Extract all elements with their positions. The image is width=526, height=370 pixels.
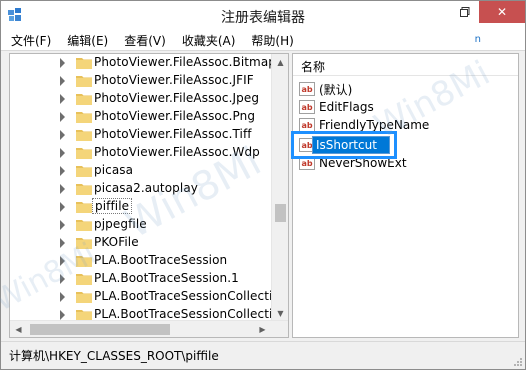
tree-item[interactable]: PLA.BootTraceSession [10, 252, 272, 270]
regedit-window: 注册表编辑器 ✕ 文件(F) 编辑(E) 查看(V) 收藏夹(A) 帮助(H) … [0, 0, 526, 370]
tree-item-label: PLA.BootTraceSessionCollectio [94, 307, 280, 321]
expand-arrow-icon[interactable] [60, 310, 65, 320]
window-title: 注册表编辑器 [221, 10, 305, 26]
string-value-icon: ab [299, 82, 315, 96]
expand-arrow-icon[interactable] [60, 184, 65, 194]
expand-arrow-icon[interactable] [60, 76, 65, 86]
expand-arrow-icon[interactable] [60, 220, 65, 230]
expand-arrow-icon[interactable] [60, 256, 65, 266]
tree-vertical-scrollbar[interactable]: ▲ ▼ [271, 54, 288, 322]
string-value-icon: ab [299, 100, 315, 114]
folder-icon [76, 292, 92, 303]
tree-item-label: PhotoViewer.FileAssoc.Bitmap [94, 55, 277, 69]
folder-icon [76, 58, 92, 69]
window-controls: ✕ [451, 1, 525, 23]
value-item[interactable]: ab (默认) [299, 80, 352, 98]
tree-item[interactable]: PhotoViewer.FileAssoc.Jpeg [10, 90, 272, 108]
tree-item-label: PhotoViewer.FileAssoc.Jpeg [94, 91, 260, 105]
menu-help[interactable]: 帮助(H) [243, 31, 301, 51]
value-name: EditFlags [319, 100, 374, 114]
value-name: (默认) [319, 82, 353, 97]
expand-arrow-icon[interactable] [60, 202, 65, 212]
menu-bar: 文件(F) 编辑(E) 查看(V) 收藏夹(A) 帮助(H) [1, 31, 525, 51]
tree-item-label: PhotoViewer.FileAssoc.Wdp [94, 145, 260, 159]
tree-item-label: PLA.BootTraceSession [94, 253, 228, 267]
scroll-left-icon[interactable]: ◀ [10, 321, 27, 337]
tree-item[interactable]: PhotoViewer.FileAssoc.Bitmap [10, 54, 276, 72]
tree-item-label: piffile [92, 198, 133, 214]
folder-icon [76, 76, 92, 87]
expand-arrow-icon[interactable] [60, 130, 65, 140]
tree-item[interactable]: picasa [10, 162, 272, 180]
tree-item[interactable]: PhotoViewer.FileAssoc.Tiff [10, 126, 272, 144]
folder-icon [76, 202, 92, 213]
folder-icon [76, 166, 92, 177]
status-path: 计算机\HKEY_CLASSES_ROOT\piffile [9, 349, 219, 363]
string-value-icon: ab [299, 118, 315, 132]
close-button[interactable]: ✕ [479, 1, 525, 23]
scroll-thumb[interactable] [30, 324, 170, 335]
ghost-letter: n [474, 34, 481, 45]
title-bar[interactable]: 注册表编辑器 ✕ [1, 1, 525, 31]
tree-item-label: PLA.BootTraceSession.1 [94, 271, 239, 285]
menu-favorites[interactable]: 收藏夹(A) [174, 31, 244, 51]
menu-edit[interactable]: 编辑(E) [59, 31, 116, 51]
expand-arrow-icon[interactable] [60, 292, 65, 302]
value-list: 名称 ab (默认) ab EditFlags ab FriendlyTypeN… [292, 53, 519, 338]
tree-item-label: pjpegfile [94, 217, 147, 231]
value-item[interactable]: ab EditFlags [299, 98, 374, 116]
tree-horizontal-scrollbar[interactable]: ◀ ▶ [10, 320, 288, 337]
restore-button[interactable] [451, 1, 479, 23]
tree-item[interactable]: PLA.BootTraceSessionCollectio [10, 288, 280, 306]
folder-icon [76, 184, 92, 195]
scroll-thumb[interactable] [275, 204, 286, 222]
expand-arrow-icon[interactable] [60, 274, 65, 284]
tree-item-label: PLA.BootTraceSessionCollectio [94, 289, 280, 303]
expand-arrow-icon[interactable] [60, 58, 65, 68]
expand-arrow-icon[interactable] [60, 148, 65, 158]
folder-icon [76, 220, 92, 231]
folder-icon [76, 112, 92, 123]
expand-arrow-icon[interactable] [60, 166, 65, 176]
menu-view[interactable]: 查看(V) [116, 31, 174, 51]
rename-input[interactable]: IsShortcut [312, 136, 390, 154]
folder-icon [76, 274, 92, 285]
folder-icon [76, 94, 92, 105]
tree-item[interactable]: PhotoViewer.FileAssoc.Png [10, 108, 272, 126]
tree-item[interactable]: picasa2.autoplay [10, 180, 272, 198]
tree-item[interactable]: pjpegfile [10, 216, 272, 234]
tree-item-selected[interactable]: piffile [10, 198, 272, 216]
expand-arrow-icon[interactable] [60, 238, 65, 248]
expand-arrow-icon[interactable] [60, 94, 65, 104]
resize-grip-icon[interactable] [513, 357, 523, 367]
column-header-label: 名称 [301, 60, 326, 74]
close-icon: ✕ [496, 5, 508, 19]
key-tree: PhotoViewer.FileAssoc.Bitmap PhotoViewer… [9, 53, 289, 338]
tree-item-label: PKOFile [94, 235, 139, 249]
folder-icon [76, 256, 92, 267]
value-name: FriendlyTypeName [319, 118, 430, 132]
scroll-up-icon[interactable]: ▲ [272, 54, 288, 71]
folder-icon [76, 148, 92, 159]
scroll-right-icon[interactable]: ▶ [254, 321, 271, 337]
folder-icon [76, 238, 92, 249]
tree-item[interactable]: PKOFile [10, 234, 272, 252]
tree-item[interactable]: PLA.BootTraceSession.1 [10, 270, 272, 288]
restore-icon [460, 7, 470, 17]
tree-item-label: PhotoViewer.FileAssoc.Tiff [94, 127, 252, 141]
folder-icon [76, 130, 92, 141]
tree-item[interactable]: PhotoViewer.FileAssoc.JFIF [10, 72, 272, 90]
tree-item-label: picasa2.autoplay [94, 181, 198, 195]
menu-file[interactable]: 文件(F) [5, 31, 59, 51]
tree-item[interactable]: PhotoViewer.FileAssoc.Wdp [10, 144, 272, 162]
tree-item-label: PhotoViewer.FileAssoc.JFIF [94, 73, 254, 87]
status-bar: 计算机\HKEY_CLASSES_ROOT\piffile [1, 341, 525, 369]
tree-item-label: PhotoViewer.FileAssoc.Png [94, 109, 256, 123]
tree-item-label: picasa [94, 163, 134, 177]
column-header-name[interactable]: 名称 [293, 54, 518, 76]
expand-arrow-icon[interactable] [60, 112, 65, 122]
